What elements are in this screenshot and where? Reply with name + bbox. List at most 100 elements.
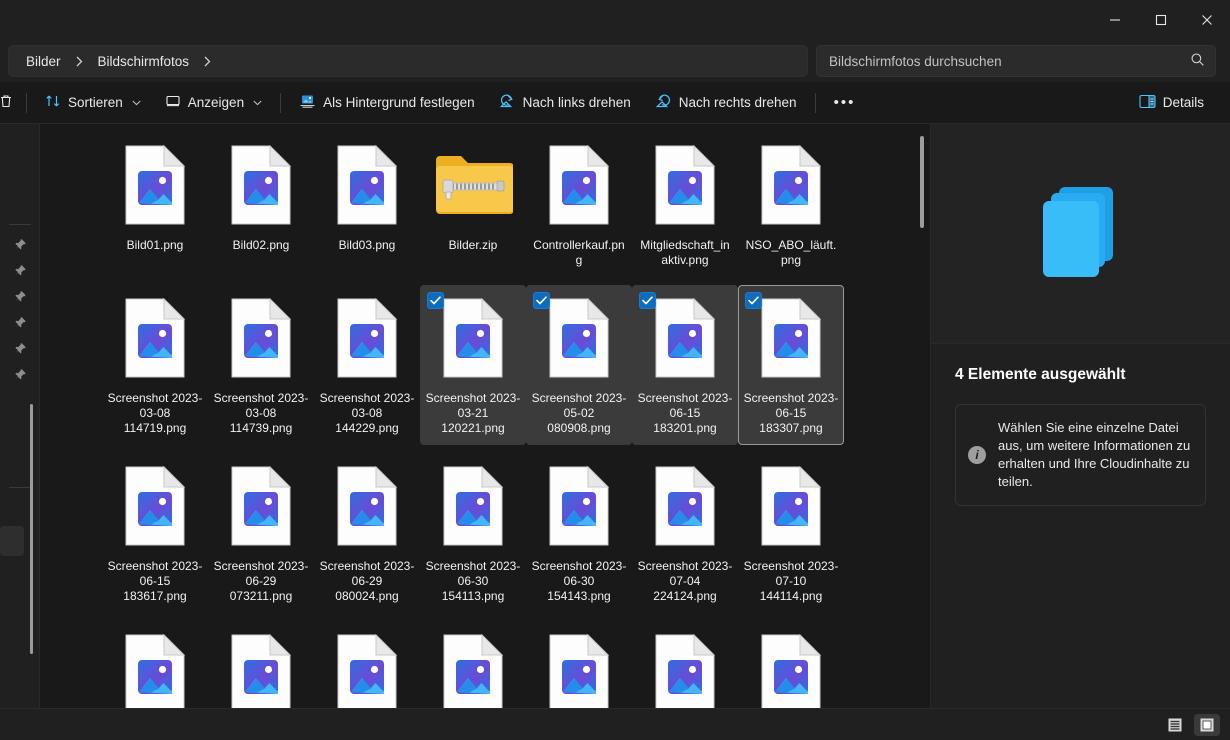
minimize-button[interactable] [1092,0,1138,40]
pin-icon[interactable] [4,361,36,387]
breadcrumb-item-0[interactable]: Bilder [19,51,68,72]
file-tile[interactable]: Screenshot 2023-07-10 154634.png [208,621,314,708]
tiles-view-button[interactable] [1194,714,1220,736]
file-tile[interactable]: Screenshot 2023-07-31 [526,621,632,708]
search-input[interactable] [829,54,1190,69]
file-tile[interactable]: Screenshot 2023-07-21 [420,621,526,708]
pin-icon[interactable] [4,257,36,283]
image-file-icon [110,460,200,552]
file-tile[interactable]: Bild01.png [102,132,208,277]
file-tile[interactable]: Screenshot 2023-06-15 183617.png [102,453,208,613]
file-tile[interactable]: Screenshot 2023-07-21 225139.png [314,621,420,708]
image-file-icon [216,139,306,231]
more-options-button[interactable]: ••• [824,88,866,118]
file-tile[interactable]: Controllerkauf.png [526,132,632,277]
sort-icon [45,93,61,112]
file-tile[interactable]: Screenshot 2023-06-15 183201.png [632,285,738,445]
view-button[interactable]: Anzeigen [155,88,272,118]
rotate-left-button[interactable]: Nach links drehen [489,88,641,118]
file-name-label: Screenshot 2023-07-10 144114.png [743,559,839,604]
file-explorer-window: Bilder Bildschirmfotos [0,0,1230,740]
wallpaper-icon [299,93,316,112]
file-tile[interactable]: Bild02.png [208,132,314,277]
file-tile[interactable]: Screenshot 2023-06-30 154143.png [526,453,632,613]
selection-checkbox[interactable] [533,292,550,309]
file-tile[interactable]: Screenshot 2023-06-30 154113.png [420,453,526,613]
file-tile[interactable]: Screenshot 2023-06-15 183307.png [738,285,844,445]
nav-scrollbar-thumb[interactable] [30,404,33,654]
more-ellipsis-icon: ••• [834,94,856,111]
delete-button[interactable] [0,88,18,118]
pin-icon[interactable] [4,283,36,309]
file-tile[interactable]: Bilder.zip [420,132,526,277]
selection-checkbox[interactable] [427,292,444,309]
file-grid: Bild01.png Bild02.png Bild03.png [40,124,930,708]
breadcrumb-item-1[interactable]: Bildschirmfotos [91,51,197,72]
file-name-label: Controllerkauf.png [531,238,627,268]
sort-label: Sortieren [68,95,123,110]
file-name-label: Screenshot 2023-06-15 183307.png [743,391,839,436]
file-name-label: Screenshot 2023-07-04 224124.png [637,559,733,604]
search-icon[interactable] [1190,52,1205,70]
pin-icon[interactable] [4,231,36,257]
file-tile[interactable]: Screenshot 2023-06-29 080024.png [314,453,420,613]
list-view-button[interactable] [1162,714,1188,736]
maximize-button[interactable] [1138,0,1184,40]
view-label: Anzeigen [188,95,244,110]
image-file-icon [640,460,730,552]
info-icon: i [968,446,986,464]
title-bar [0,0,1230,40]
file-tile[interactable]: NSO_ABO_läuft.png [738,132,844,277]
file-tile[interactable]: Mitgliedschaft_inaktiv.png [632,132,738,277]
image-file-icon [534,460,624,552]
rotate-left-label: Nach links drehen [523,95,631,110]
quick-access-pins[interactable] [4,231,36,387]
explorer-body: Bild01.png Bild02.png Bild03.png [0,124,1230,708]
file-tile[interactable]: Screenshot 2023-03-08 114739.png [208,285,314,445]
file-name-label: Screenshot 2023-05-02 080908.png [531,391,627,436]
pin-icon[interactable] [4,335,36,361]
image-file-icon [322,292,412,384]
file-tile[interactable]: Screenshot 2023-08-03 [632,621,738,708]
file-list-view[interactable]: Bild01.png Bild02.png Bild03.png [40,124,930,708]
file-tile[interactable]: Screenshot 2023-03-21 120221.png [420,285,526,445]
file-tile[interactable]: Screenshot 2023-03-08 114719.png [102,285,208,445]
file-name-label: Bild01.png [107,238,203,253]
file-tile[interactable]: Screenshot 2023-06-29 073211.png [208,453,314,613]
details-pane-toggle[interactable]: Details [1129,88,1214,118]
file-list-scrollbar-thumb[interactable] [920,136,924,228]
breadcrumb-chevron-icon-trailing[interactable] [198,56,217,67]
set-background-label: Als Hintergrund festlegen [323,95,475,110]
chevron-down-icon [132,98,141,108]
image-file-icon [110,292,200,384]
selection-checkbox[interactable] [745,292,762,309]
details-pane-icon [1139,94,1156,112]
set-background-button[interactable]: Als Hintergrund festlegen [289,88,485,118]
sort-button[interactable]: Sortieren [35,88,151,118]
pin-icon[interactable] [4,309,36,335]
file-name-label: Screenshot 2023-06-30 154143.png [531,559,627,604]
file-tile[interactable]: Screenshot 2023-07-10 144114.png [738,453,844,613]
nav-divider-top [9,224,31,225]
file-tile[interactable]: Screenshot 2023-07-04 224124.png [632,453,738,613]
sidebar-item-selected[interactable] [0,526,24,556]
status-bar [0,708,1230,740]
file-name-label: Screenshot 2023-03-08 114719.png [107,391,203,436]
breadcrumb-chevron-icon [70,56,89,67]
file-name-label: Screenshot 2023-06-29 080024.png [319,559,415,604]
image-file-icon [216,460,306,552]
file-tile[interactable]: Screenshot 2023-05-02 080908.png [526,285,632,445]
file-name-label: Screenshot 2023-03-08 144229.png [319,391,415,436]
navigation-pane[interactable] [0,124,40,708]
file-tile[interactable]: Screenshot 2023-03-08 144229.png [314,285,420,445]
file-tile[interactable]: Bild03.png [314,132,420,277]
address-bar-row: Bilder Bildschirmfotos [0,40,1230,82]
search-box[interactable] [816,45,1216,77]
file-tile[interactable]: Screenshot 2023-07-10 154616.png [102,621,208,708]
selection-checkbox[interactable] [639,292,656,309]
file-tile[interactable]: Screenshot 2023-08-04 [738,621,844,708]
file-name-label: Screenshot 2023-06-30 154113.png [425,559,521,604]
breadcrumb[interactable]: Bilder Bildschirmfotos [8,45,808,77]
close-button[interactable] [1184,0,1230,40]
rotate-right-button[interactable]: Nach rechts drehen [645,88,807,118]
